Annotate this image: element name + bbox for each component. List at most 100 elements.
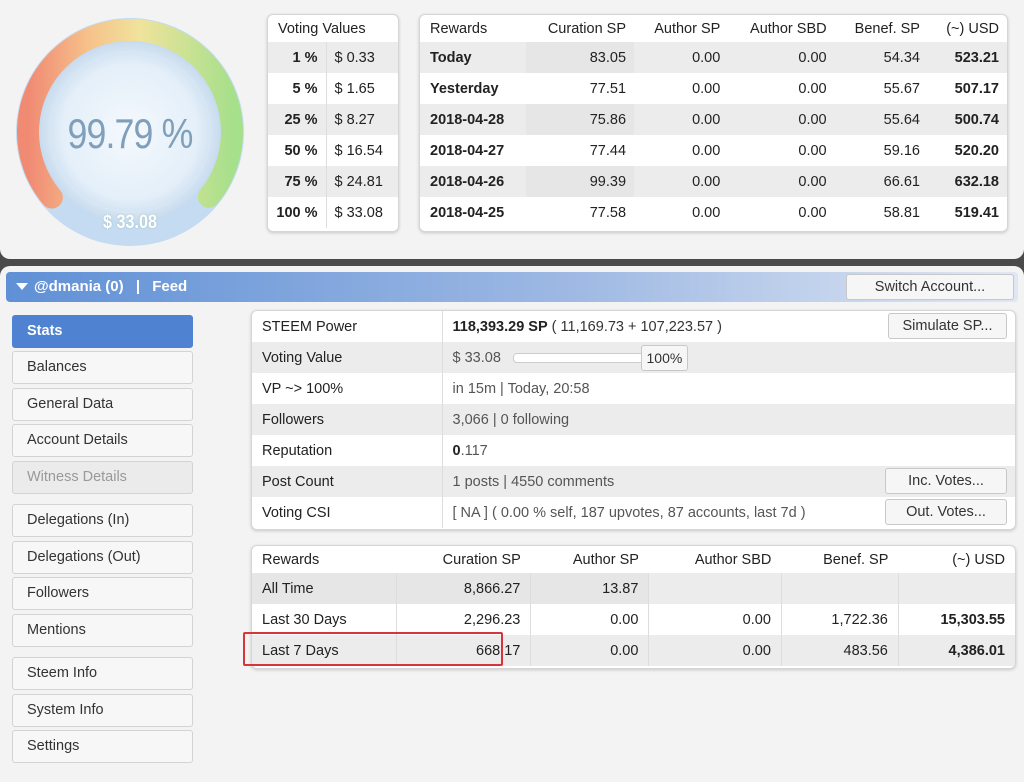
voting-overview-panel: 99.79 % $ 33.08 Voting Values 1 % $ 0.33 5… [0,0,1024,259]
summary-rewards-cell: All Time [252,573,397,604]
voting-usd: $ 1.65 [334,80,375,97]
daily-rewards-cell: 54.34 [834,42,928,73]
summary-rewards-col-header: Curation SP [442,551,521,568]
sidebar-item-followers[interactable]: Followers [12,577,193,610]
daily-rewards-cell: 0.00 [634,104,729,135]
simulate-sp-button[interactable]: Simulate SP... [888,313,1007,339]
voting-weight-slider[interactable]: 100% [512,344,688,371]
sidebar-item-delegations-in[interactable]: Delegations (In) [12,504,193,537]
sidebar-item-delegations-out[interactable]: Delegations (Out) [12,541,193,574]
out-votes-button[interactable]: Out. Votes... [885,499,1007,525]
daily-rewards-cell: 83.05 [525,42,635,73]
daily-rewards-cell: 55.64 [834,104,928,135]
daily-rewards-cell: 77.51 [589,80,627,97]
daily-rewards-cell: 0.00 [692,142,721,159]
voting-value-row: 100 % $ 33.08 [268,197,398,228]
daily-rewards-cell: 500.74 [927,104,1007,135]
stats-row-reputation: Reputation 0.117 [252,435,1015,466]
steem-power-label: STEEM Power [252,311,443,342]
sidebar-item-steem-info[interactable]: Steem Info [12,657,193,690]
voting-value-row: 1 % $ 0.33 [268,42,398,73]
sidebar-item-stats[interactable]: Stats [12,315,193,348]
voting-pct: 100 % [268,197,327,228]
voting-value-row: 5 % $ 1.65 [268,73,398,104]
daily-rewards-card: Rewards Curation SP Author SP Author SBD Ben… [419,14,1008,232]
daily-rewards-cell: 66.61 [834,166,928,197]
summary-rewards-col-header: (~) USD [952,551,1005,568]
sidebar-item-balances[interactable]: Balances [12,351,193,384]
stats-card: STEEM Power 118,393.29 SP ( 11,169.73 + … [251,310,1016,530]
voting-usd: $ 16.54 [334,142,383,159]
voting-pct: 1 % [268,42,327,73]
sidebar-item-general-data[interactable]: General Data [12,388,193,421]
summary-rewards-row: All Time 8,866.27 13.87 [252,573,1015,604]
summary-rewards-cell: 4,386.01 [898,635,1015,666]
daily-rewards-cell: Yesterday [430,80,499,97]
reputation-decimal: .117 [460,442,488,459]
voting-values-table: Voting Values 1 % $ 0.33 5 % $ 1.65 25 % $ 8.… [268,15,398,228]
voting-value-row: 50 % $ 16.54 [268,135,398,166]
daily-rewards-cell: 632.18 [927,166,1007,197]
followers-label: Followers [252,404,443,435]
daily-rewards-col-header: Curation SP [547,20,627,37]
summary-rewards-cell [781,573,899,604]
daily-rewards-cell: 0.00 [634,166,729,197]
daily-rewards-cell: 77.58 [589,204,627,221]
daily-rewards-cell: 2018-04-26 [420,166,526,197]
stats-row-post-count: Post Count 1 posts | 4550 comments Inc. … [252,466,1015,497]
daily-rewards-cell: 0.00 [798,80,827,97]
voting-usd: $ 0.33 [326,42,398,73]
summary-rewards-cell: 0.00 [648,604,782,635]
summary-rewards-row: Last 30 Days 2,296.23 0.00 0.00 1,722.36 15,3… [252,604,1015,635]
daily-rewards-cell: 99.39 [525,166,635,197]
daily-rewards-cell: 0.00 [728,42,835,73]
sidebar-item-mentions[interactable]: Mentions [12,614,193,647]
voting-csi-label: Voting CSI [252,497,443,528]
stats-row-voting-csi: Voting CSI [ NA ] ( 0.00 % self, 187 upv… [252,497,1015,528]
account-name[interactable]: @dmania (0) [34,278,124,295]
reputation-integer: 0 [452,442,461,459]
highlight-box-last-7-days-curation [243,632,503,666]
voting-value-row: 75 % $ 24.81 [268,166,398,197]
followers-value: 3,066 | 0 following [442,404,1015,435]
daily-rewards-cell: 507.17 [954,80,999,97]
summary-rewards-col-header: Rewards [262,551,320,568]
summary-rewards-cell: 483.56 [781,635,899,666]
voting-usd: $ 8.27 [326,104,398,135]
summary-rewards-col-header: Benef. SP [823,551,889,568]
voting-csi-value: [ NA ] ( 0.00 % self, 187 upvotes, 87 ac… [452,504,806,521]
daily-rewards-cell: 523.21 [927,42,1007,73]
sidebar-item-account-details[interactable]: Account Details [12,424,193,457]
collapse-caret-icon[interactable] [16,283,28,290]
voting-value-row: 25 % $ 8.27 [268,104,398,135]
summary-rewards-cell: 2,296.23 [396,604,532,635]
sidebar-item-system-info[interactable]: System Info [12,694,193,727]
summary-rewards-cell [648,573,782,604]
voting-pct: 5 % [268,73,327,104]
voting-power-usd: $ 33.08 [103,212,157,233]
voting-value-label: Voting Value [252,342,443,373]
daily-rewards-col-header: Benef. SP [854,20,920,37]
voting-pct: 25 % [268,104,327,135]
daily-rewards-cell: 59.16 [883,142,920,159]
summary-rewards-cell: 0.00 [530,604,650,635]
daily-rewards-cell: 0.00 [692,80,721,97]
summary-rewards-cell: 15,303.55 [940,611,1005,628]
feed-link[interactable]: Feed [152,278,187,295]
summary-rewards-cell: 0.00 [648,635,782,666]
stats-row-vp: VP ~> 100% in 15m | Today, 20:58 [252,373,1015,404]
slider-track[interactable] [512,352,653,363]
daily-rewards-cell: 520.20 [954,142,999,159]
slider-handle[interactable]: 100% [640,344,688,371]
summary-rewards-col-header: Author SBD [694,551,772,568]
vp-label: VP ~> 100% [252,373,443,404]
inc-votes-button[interactable]: Inc. Votes... [885,468,1007,494]
vp-value: in 15m | Today, 20:58 [452,380,590,397]
sidebar-item-settings[interactable]: Settings [12,730,193,763]
daily-rewards-cell: 2018-04-25 [430,204,505,221]
voting-value-amount: $ 33.08 [452,349,501,366]
switch-account-button[interactable]: Switch Account... [846,274,1014,300]
sidebar-item-witness-details: Witness Details [12,461,193,494]
daily-rewards-col-header: (~) USD [946,20,999,37]
voting-pct: 50 % [268,135,327,166]
